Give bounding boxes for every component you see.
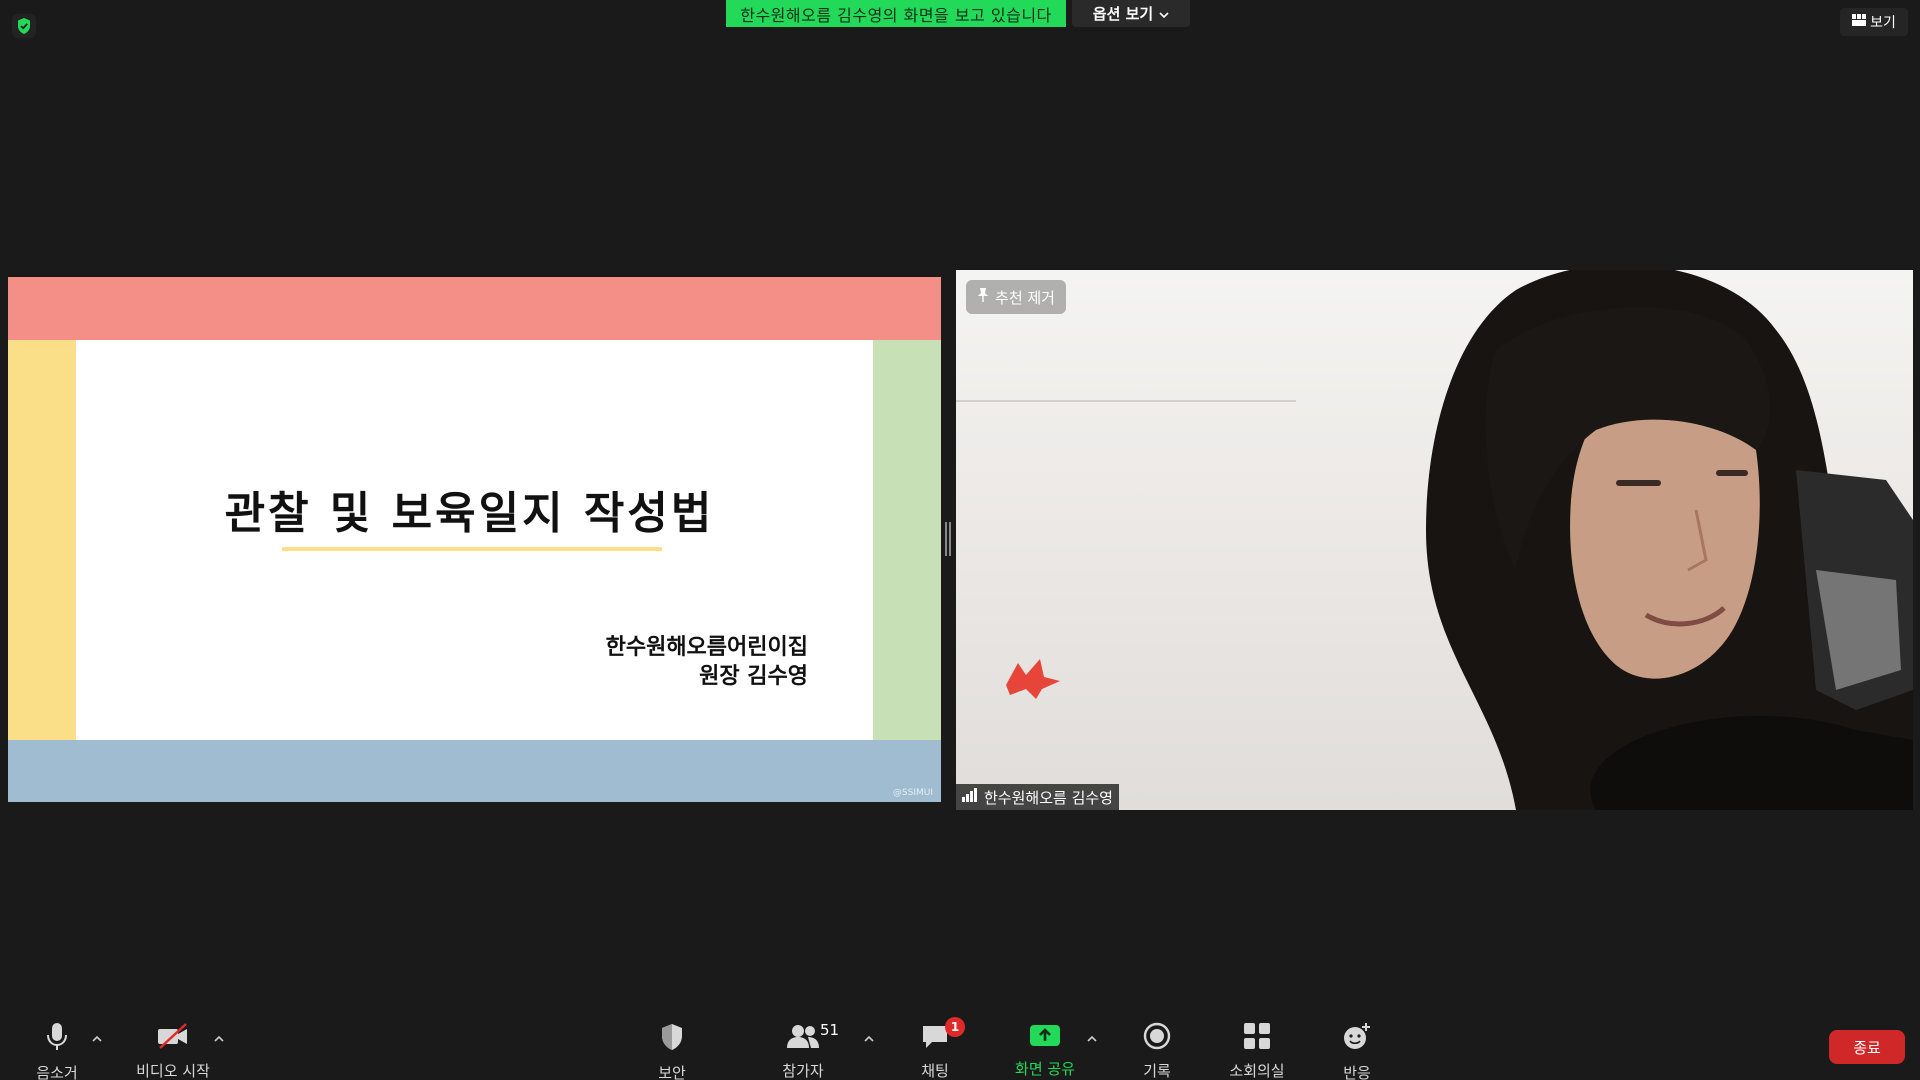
share-screen-button[interactable]: 화면 공유 (1000, 1010, 1090, 1080)
share-options-caret[interactable] (1085, 1032, 1099, 1046)
view-layout-button[interactable]: 보기 (1840, 8, 1908, 36)
reactions-button[interactable]: 반응 (1312, 1010, 1402, 1080)
slide-bottom-band (8, 740, 941, 802)
video-off-icon (156, 1022, 190, 1054)
slide-title: 관찰 및 보육일지 작성법 (8, 477, 941, 541)
signal-strength-icon (962, 788, 978, 806)
slide-organization: 한수원해오름어린이집 (605, 635, 808, 660)
share-screen-label: 화면 공유 (1015, 1060, 1075, 1078)
participants-count: 51 (820, 1021, 840, 1039)
breakout-rooms-label: 소회의실 (1229, 1062, 1285, 1080)
participant-name: 한수원해오름 김수영 (984, 788, 1113, 807)
slide-title-underline (282, 547, 662, 551)
video-options-caret[interactable] (212, 1032, 226, 1046)
view-layout-label: 보기 (1870, 15, 1896, 31)
end-meeting-button[interactable]: 종료 (1829, 1030, 1905, 1064)
pin-icon (977, 287, 989, 307)
breakout-rooms-icon (1243, 1022, 1271, 1054)
reactions-label: 반응 (1343, 1064, 1371, 1080)
slide-watermark: @SSIMUI (892, 788, 933, 798)
grid-view-icon (1852, 14, 1867, 30)
participant-name-tag: 한수원해오름 김수영 (956, 784, 1119, 810)
mute-button[interactable]: 음소거 (12, 1010, 102, 1080)
participant-video-tile[interactable]: 추천 제거 한수원해오름 김수영 (956, 270, 1913, 810)
slide-title-text: 관찰 및 보육일지 작성법 (224, 488, 715, 539)
participant-silhouette (1426, 270, 1913, 810)
slide-presenter-role: 원장 김수영 (699, 664, 808, 689)
meeting-toolbar: 음소거 비디오 시작 보안 51 참가자 1 채팅 화면 공유 기록 소회의실 … (0, 1010, 1920, 1080)
record-icon (1143, 1022, 1171, 1054)
share-screen-icon (1029, 1022, 1061, 1052)
screen-share-banner: 한수원해오름 김수영의 화면을 보고 있습니다 (726, 0, 1066, 27)
remove-spotlight-label: 추천 제거 (995, 288, 1055, 307)
end-meeting-label: 종료 (1853, 1038, 1881, 1057)
participants-label: 참가자 (782, 1062, 824, 1080)
chat-button[interactable]: 1 채팅 (890, 1010, 980, 1080)
shared-screen-slide: 관찰 및 보육일지 작성법 한수원해오름어린이집 원장 김수영 @SSIMUI (8, 277, 941, 802)
view-options-label: 옵션 보기 (1092, 5, 1154, 23)
slide-presenter-info: 한수원해오름어린이집 원장 김수영 (606, 633, 808, 691)
start-video-label: 비디오 시작 (136, 1062, 210, 1080)
mute-label: 음소거 (36, 1064, 78, 1080)
chat-unread-badge: 1 (945, 1017, 965, 1037)
chevron-down-icon (1159, 5, 1169, 23)
slide-top-band (8, 277, 941, 340)
participants-button[interactable]: 51 참가자 (758, 1010, 848, 1080)
security-shield-icon (659, 1022, 685, 1056)
smiley-add-icon (1342, 1022, 1372, 1056)
breakout-rooms-button[interactable]: 소회의실 (1212, 1010, 1302, 1080)
view-options-button[interactable]: 옵션 보기 (1072, 0, 1190, 27)
record-button[interactable]: 기록 (1112, 1010, 1202, 1080)
encryption-shield-icon[interactable] (12, 14, 36, 38)
security-label: 보안 (658, 1064, 686, 1080)
security-button[interactable]: 보안 (627, 1010, 717, 1080)
panel-resize-handle[interactable] (945, 522, 951, 556)
microphone-icon (45, 1022, 69, 1056)
audio-options-caret[interactable] (90, 1032, 104, 1046)
participants-icon (786, 1022, 820, 1054)
participants-options-caret[interactable] (862, 1032, 876, 1046)
chat-label: 채팅 (921, 1062, 949, 1080)
remove-spotlight-button[interactable]: 추천 제거 (966, 280, 1066, 314)
record-label: 기록 (1143, 1062, 1171, 1080)
start-video-button[interactable]: 비디오 시작 (128, 1010, 218, 1080)
